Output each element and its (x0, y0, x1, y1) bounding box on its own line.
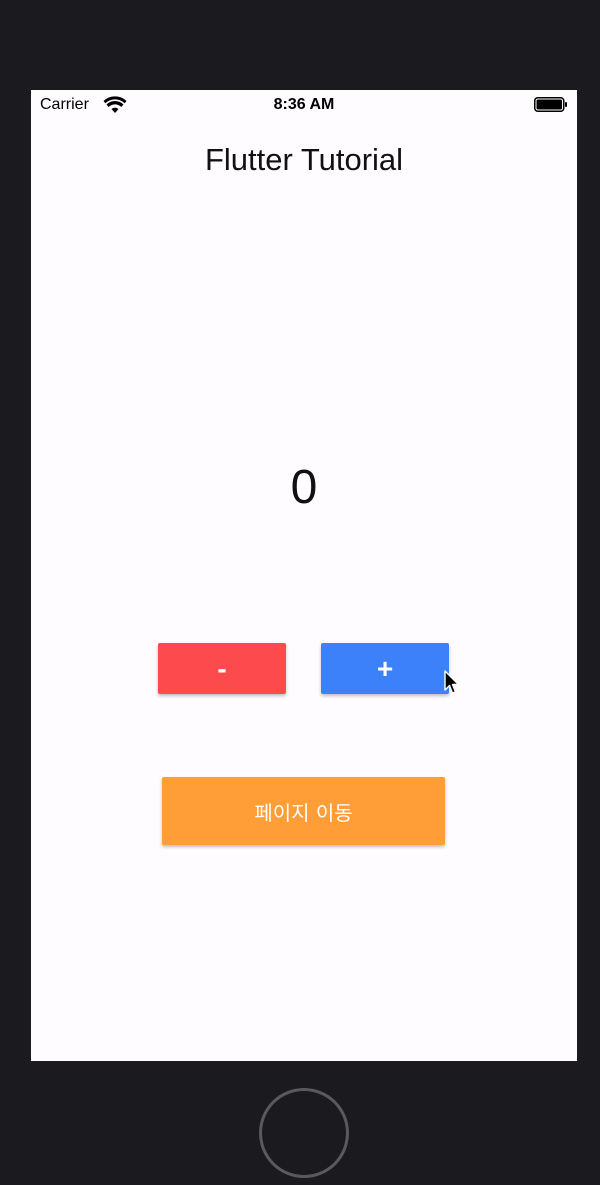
decrement-button-label: - (217, 652, 227, 684)
navigate-page-button[interactable]: 페이지 이동 (162, 777, 445, 845)
counter-value: 0 (290, 461, 318, 514)
page-title: Flutter Tutorial (204, 142, 404, 177)
app-screen: Carrier 8:36 AM Flutter Tutorial 0 - + 페… (31, 90, 577, 1061)
mouse-pointer-icon (444, 670, 460, 694)
decrement-button[interactable]: - (158, 643, 286, 694)
home-button[interactable] (259, 1088, 349, 1178)
increment-button-label: + (376, 652, 394, 684)
battery-icon (534, 97, 567, 112)
status-time: 8:36 AM (273, 96, 335, 113)
increment-button[interactable]: + (321, 643, 449, 694)
status-bar: Carrier 8:36 AM (31, 90, 577, 120)
device-frame: Carrier 8:36 AM Flutter Tutorial 0 - + 페… (0, 0, 600, 1185)
navigate-page-button-label: 페이지 이동 (254, 800, 353, 825)
